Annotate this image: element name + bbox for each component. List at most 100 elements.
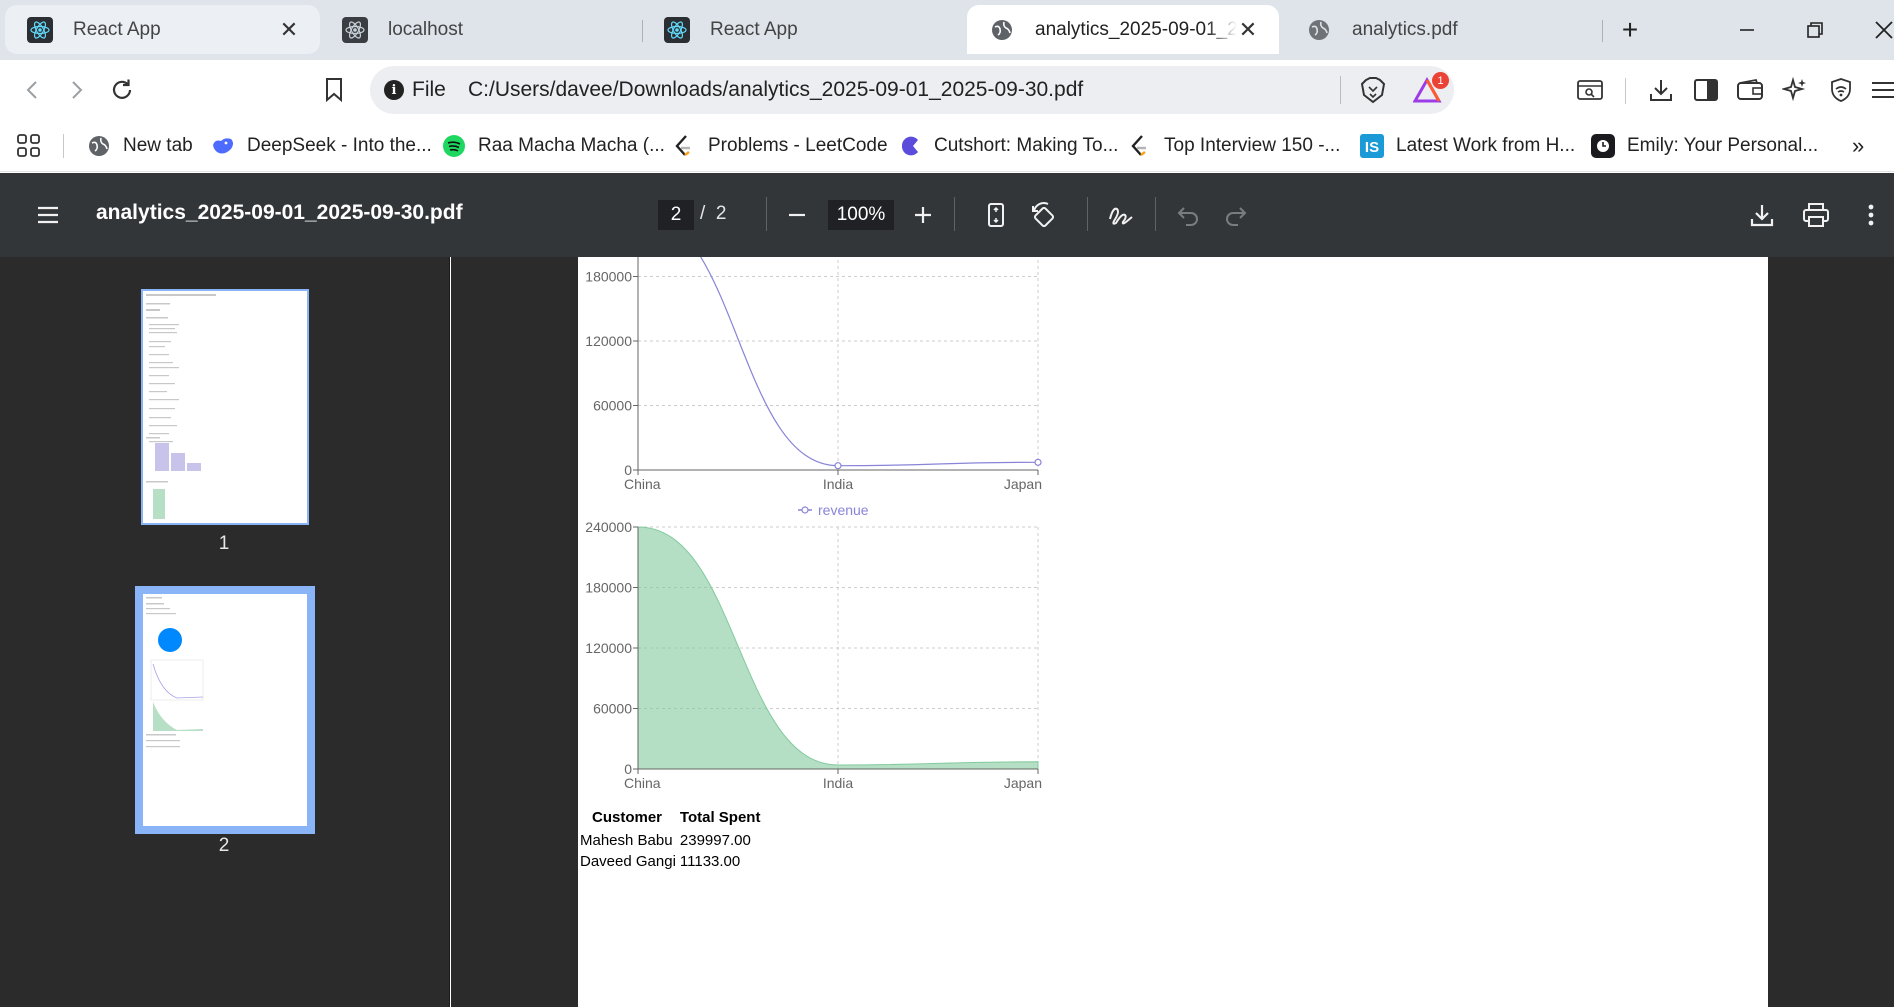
- close-icon[interactable]: ✕: [278, 17, 300, 42]
- more-options-icon[interactable]: [1853, 197, 1889, 233]
- bookmark-label: Latest Work from H...: [1396, 135, 1576, 156]
- tab-react-app-2[interactable]: React App: [642, 5, 962, 54]
- rotate-icon[interactable]: [1026, 197, 1062, 233]
- table-cell: 239997.00: [679, 832, 751, 849]
- tab-label: React App: [73, 18, 161, 40]
- hamburger-menu-icon[interactable]: [30, 197, 66, 233]
- close-window-icon[interactable]: [1864, 10, 1894, 50]
- fit-page-icon[interactable]: [978, 197, 1014, 233]
- globe-icon: [87, 134, 111, 158]
- thumbnail-page-2[interactable]: [135, 586, 315, 834]
- toolbar-divider: [954, 197, 955, 231]
- new-tab-icon[interactable]: +: [1610, 10, 1650, 50]
- apps-icon[interactable]: [16, 130, 42, 162]
- bookmark-emily[interactable]: Emily: Your Personal...: [1591, 130, 1818, 162]
- tab-analytics-active[interactable]: analytics_2025-09-01_2025 ✕: [967, 5, 1279, 54]
- print-icon[interactable]: [1798, 197, 1834, 233]
- is-icon: IS: [1360, 134, 1384, 158]
- pdf-title: analytics_2025-09-01_2025-09-30.pdf: [96, 201, 463, 224]
- bookmark-spotify[interactable]: Raa Macha Macha (...: [442, 130, 665, 162]
- forward-icon[interactable]: [58, 72, 94, 108]
- notification-badge: 1: [1432, 72, 1449, 89]
- pdf-viewer[interactable]: 060000120000180000240000ChinaIndiaJapanr…: [451, 257, 1894, 1007]
- toolbar-divider: [766, 197, 767, 231]
- leetcode-icon: [1128, 134, 1152, 158]
- bookmark-icon[interactable]: [316, 72, 352, 108]
- emily-icon: [1591, 134, 1615, 158]
- close-icon[interactable]: ✕: [1237, 17, 1259, 42]
- tab-label: analytics.pdf: [1352, 18, 1458, 40]
- search-tabs-icon[interactable]: [1572, 72, 1608, 108]
- bookmark-label: DeepSeek - Into the...: [247, 135, 432, 156]
- wallet-icon[interactable]: [1732, 72, 1768, 108]
- data-point: [834, 462, 842, 470]
- cutshort-icon: [898, 134, 922, 158]
- sidebar-icon[interactable]: [1688, 72, 1724, 108]
- download-pdf-icon[interactable]: [1744, 197, 1780, 233]
- restore-icon[interactable]: [1795, 10, 1835, 50]
- zoom-in-icon[interactable]: [905, 197, 941, 233]
- tab-react-app-1[interactable]: React App ✕: [5, 5, 320, 54]
- react-icon: [342, 16, 368, 43]
- minimize-icon[interactable]: [1727, 10, 1767, 50]
- react-icon: [664, 16, 690, 43]
- legend-label: revenue: [818, 502, 869, 518]
- zoom-out-icon[interactable]: [779, 197, 815, 233]
- svg-text:IS: IS: [1365, 139, 1379, 156]
- bookmark-deepseek[interactable]: DeepSeek - Into the...: [211, 130, 432, 162]
- toolbar-divider: [1625, 78, 1626, 104]
- table-cell: 11133.00: [679, 853, 741, 870]
- x-tick-label: China: [624, 476, 661, 492]
- bookmark-label: Cutshort: Making To...: [934, 135, 1119, 156]
- x-tick-label: China: [624, 775, 661, 791]
- download-icon[interactable]: [1643, 72, 1679, 108]
- brave-rewards-icon[interactable]: 1: [1412, 72, 1449, 106]
- y-tick-label: 60000: [593, 701, 632, 717]
- tab-strip: React App ✕ localhost React App analytic…: [0, 0, 1894, 60]
- menu-icon[interactable]: [1865, 72, 1894, 108]
- bookmark-label: Emily: Your Personal...: [1627, 135, 1819, 156]
- total-pages: 2: [715, 203, 727, 224]
- bookmark-new-tab[interactable]: New tab: [87, 130, 193, 162]
- bookmark-label: Top Interview 150 -...: [1164, 135, 1341, 156]
- brave-shield-icon[interactable]: [1359, 76, 1387, 104]
- draw-icon[interactable]: [1103, 197, 1139, 233]
- table-row: Mahesh Babu 239997.00: [580, 830, 766, 851]
- thumbnail-sketch-2: [146, 597, 204, 748]
- y-tick-label: 240000: [585, 519, 632, 535]
- legend-icon: [801, 506, 809, 514]
- zoom-input[interactable]: 100%: [828, 200, 894, 230]
- y-tick-label: 180000: [585, 269, 632, 285]
- bookmark-latest-work[interactable]: IS Latest Work from H...: [1360, 130, 1575, 162]
- back-icon[interactable]: [15, 72, 51, 108]
- x-tick-label: India: [823, 775, 854, 791]
- tab-analytics-pdf[interactable]: analytics.pdf: [1284, 5, 1604, 54]
- url-text[interactable]: C:/Users/davee/Downloads/analytics_2025-…: [468, 78, 1083, 102]
- bookmark-top-interview[interactable]: Top Interview 150 -...: [1128, 130, 1340, 162]
- thumbnail-page-1[interactable]: [141, 289, 309, 525]
- bookmark-cutshort[interactable]: Cutshort: Making To...: [898, 130, 1118, 162]
- y-tick-label: 120000: [585, 333, 632, 349]
- toolbar-divider: [1155, 197, 1156, 231]
- vpn-shield-icon[interactable]: [1823, 72, 1859, 108]
- page-count: / 2: [700, 203, 726, 225]
- x-tick-label: India: [823, 476, 854, 492]
- y-tick-label: 180000: [585, 580, 632, 596]
- reload-icon[interactable]: [104, 72, 140, 108]
- leetcode-icon: [672, 134, 696, 158]
- undo-icon[interactable]: [1170, 197, 1206, 233]
- info-icon[interactable]: i: [384, 80, 404, 100]
- more-bookmarks-icon[interactable]: »: [1852, 130, 1864, 162]
- toolbar-divider: [1087, 197, 1088, 231]
- address-bar[interactable]: i File C:/Users/davee/Downloads/analytic…: [370, 66, 1454, 114]
- y-tick-label: 120000: [585, 640, 632, 656]
- table-header: Total Spent: [679, 809, 761, 826]
- tab-label: analytics_2025-09-01_2025: [1035, 18, 1237, 40]
- redo-icon[interactable]: [1218, 197, 1254, 233]
- data-point: [1034, 458, 1042, 466]
- thumbnail-preview: [143, 594, 307, 826]
- bookmark-leetcode[interactable]: Problems - LeetCode: [672, 130, 888, 162]
- tab-localhost[interactable]: localhost: [320, 5, 640, 54]
- page-number-input[interactable]: 2: [658, 200, 694, 230]
- leo-ai-icon[interactable]: [1777, 72, 1813, 108]
